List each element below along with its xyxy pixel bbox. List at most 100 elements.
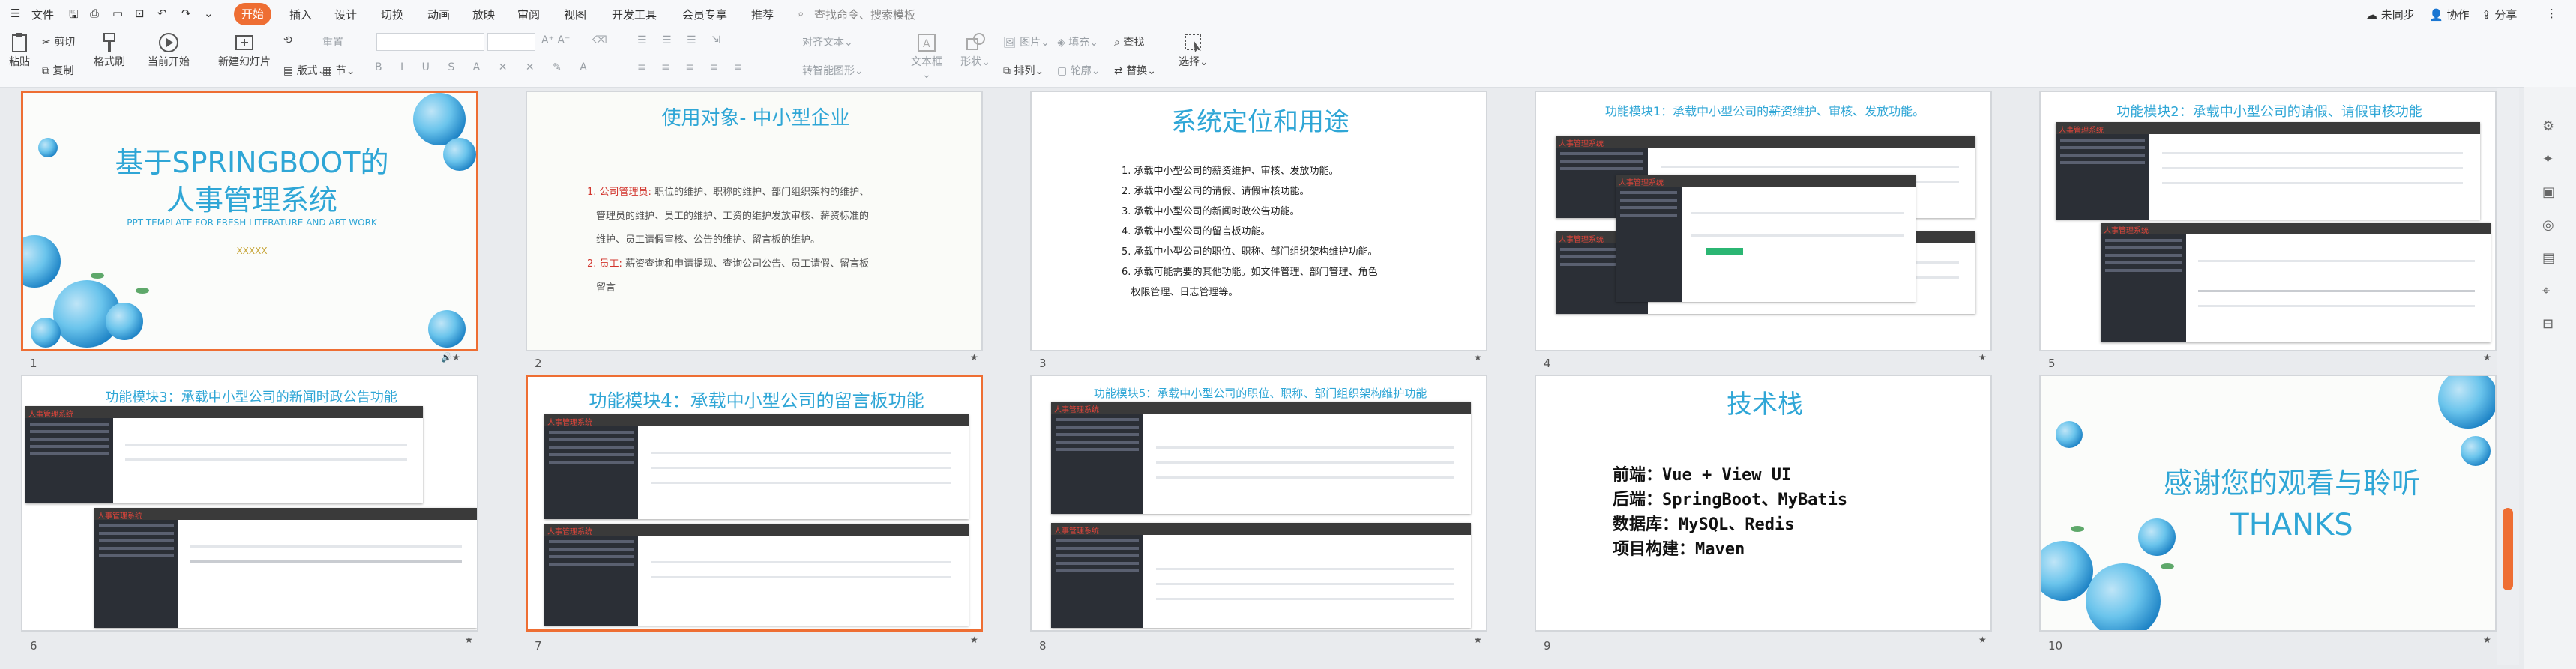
slide-thumbnail-8[interactable]: 功能模块5：承载中小型公司的职位、职称、部门组织架构维护功能 人事管理系统 人事…: [1030, 375, 1487, 632]
font-name-select[interactable]: [376, 33, 484, 51]
collaborate-button[interactable]: 👤 协作: [2429, 7, 2469, 22]
preview-icon[interactable]: ▭: [112, 7, 123, 20]
slide-title: 系统定位和用途: [1171, 107, 1349, 137]
more-icon[interactable]: ⋮: [2546, 7, 2557, 20]
font-size-select[interactable]: [487, 33, 535, 51]
share-button[interactable]: ⇪ 分享: [2482, 7, 2517, 22]
tab-view[interactable]: 视图: [564, 7, 586, 22]
slide-thumbnail-9[interactable]: 技术栈 前端：Vue + View UI 后端：SpringBoot、MyBat…: [1535, 375, 1992, 632]
play-from-current-button[interactable]: 当前开始: [142, 31, 195, 69]
convert-smartart-button[interactable]: 转智能图形⌄: [802, 63, 864, 78]
new-slide-icon: [235, 35, 253, 50]
slide-number: 7: [535, 639, 542, 653]
vertical-scrollbar[interactable]: [2497, 88, 2519, 665]
layout-button[interactable]: ▤ 版式⌄: [283, 63, 326, 78]
slide-thumbnail-5[interactable]: 功能模块2：承载中小型公司的请假、请假审核功能 人事管理系统 人事管理系统: [2039, 91, 2497, 351]
tab-animation[interactable]: 动画: [427, 7, 450, 22]
quick-access-dropdown-icon[interactable]: ⌄: [204, 7, 214, 20]
format-icon[interactable]: ▤: [2542, 250, 2555, 266]
slide-number: 4: [1544, 357, 1551, 370]
slide-thumbnail-10[interactable]: 感谢您的观看与聆听 THANKS: [2039, 375, 2497, 632]
reset-button[interactable]: ⟲: [283, 34, 292, 46]
tab-recommend[interactable]: 推荐: [751, 7, 774, 22]
slide-thumbnail-1[interactable]: 基于SPRINGBOOT的 人事管理系统 PPT TEMPLATE FOR FR…: [21, 91, 478, 351]
search-icon: ⌕: [798, 7, 804, 20]
scrollbar-thumb[interactable]: [2503, 508, 2513, 590]
list-item: 前端：Vue + View UI: [1613, 466, 1792, 485]
tab-insert[interactable]: 插入: [289, 7, 312, 22]
new-slide-button[interactable]: 新建幻灯片: [210, 31, 279, 69]
sync-status[interactable]: ☁ 未同步: [2366, 7, 2415, 22]
save-icon[interactable]: 🖫: [69, 7, 79, 25]
screenshot-image: 人事管理系统: [1051, 523, 1471, 628]
list-item-line: 留言: [596, 282, 616, 294]
list-item: 权限管理、日志管理等。: [1122, 287, 1239, 298]
hamburger-icon[interactable]: ☰: [10, 7, 20, 20]
redo-icon[interactable]: ↷: [181, 7, 191, 20]
location-icon[interactable]: ⌖: [2542, 283, 2550, 299]
outline-button[interactable]: ▢ 轮廓⌄: [1057, 63, 1100, 78]
fill-button[interactable]: ◈ 填充⌄: [1057, 34, 1098, 49]
print-icon[interactable]: ⎙: [90, 7, 99, 20]
template-icon[interactable]: ▣: [2542, 184, 2555, 200]
picture-button[interactable]: 🖼 图片⌄: [1003, 34, 1050, 49]
user-icon: 👤: [2429, 8, 2443, 22]
slide-number: 1: [30, 357, 37, 370]
textbox-button[interactable]: A 文本框⌄: [907, 31, 946, 81]
format-painter-button[interactable]: 格式刷: [88, 31, 130, 69]
align-text-button[interactable]: 对齐文本⌄: [802, 34, 853, 49]
arrange-button[interactable]: ⧉ 排列⌄: [1003, 63, 1044, 78]
menu-file[interactable]: 文件: [31, 7, 54, 22]
tab-member[interactable]: 会员专享: [682, 7, 727, 22]
reset-label-button[interactable]: 重置: [322, 34, 343, 49]
slide-thumbnail-2[interactable]: 使用对象- 中小型企业 1. 公司管理员: 职位的维护、职称的维护、部门组织架构…: [526, 91, 983, 351]
tab-start[interactable]: 开始: [234, 3, 271, 25]
list-buttons[interactable]: ☰ ☰ ☰ ⇲: [637, 34, 726, 46]
backup-icon[interactable]: ⊟: [2542, 316, 2554, 332]
undo-icon[interactable]: ↶: [157, 7, 167, 20]
replace-button[interactable]: ⇄ 替换⌄: [1114, 63, 1156, 78]
tab-transition[interactable]: 切换: [381, 7, 403, 22]
print-preview-icon[interactable]: ⊡: [135, 7, 145, 20]
star-icon: ★: [465, 635, 473, 645]
screenshot-image: 人事管理系统: [544, 414, 969, 519]
flower-decoration: [428, 310, 466, 348]
slide-thumbnail-6[interactable]: 功能模块3：承载中小型公司的新闻时政公告功能 人事管理系统 人事管理系统: [21, 375, 478, 632]
list-item: 2. 承载中小型公司的请假、请假审核功能。: [1122, 186, 1310, 197]
copy-button[interactable]: ⧉ 复制: [42, 63, 73, 78]
select-button[interactable]: 选择⌄: [1176, 31, 1212, 69]
paragraph-align-buttons[interactable]: ≡ ≡ ≡ ≡ ≡: [637, 61, 748, 73]
ribbon-toolbar: 粘贴 ✂ 剪切 ⧉ 复制 格式刷 当前开始 新建幻灯片 ⟲ ▤ 版式⌄ 重置 ▦…: [0, 28, 2576, 88]
slide-body: 1. 公司管理员: 职位的维护、职称的维护、部门组织架构的维护、 管理员的维护、…: [587, 181, 869, 300]
animation-icon[interactable]: ◎: [2542, 217, 2554, 233]
slide-body: 前端：Vue + View UI 后端：SpringBoot、MyBatis 数…: [1613, 463, 1847, 562]
slide-title: 基于SPRINGBOOT的: [115, 146, 389, 179]
reset-icon: ⟲: [283, 34, 292, 46]
grow-font-icon[interactable]: A⁺ A⁻: [541, 34, 570, 46]
tab-review[interactable]: 审阅: [517, 7, 540, 22]
tab-developer[interactable]: 开发工具: [612, 7, 657, 22]
cut-button[interactable]: ✂ 剪切: [42, 34, 75, 49]
paste-button[interactable]: 粘贴: [6, 31, 33, 69]
list-item-line: 维护、员工请假审核、公告的维护、留言板的维护。: [596, 234, 821, 246]
list-item: 4. 承载中小型公司的留言板功能。: [1122, 226, 1271, 237]
command-search-input[interactable]: 查找命令、搜索模板: [814, 7, 915, 22]
slide-thumbnail-7[interactable]: 功能模块4：承载中小型公司的留言板功能 人事管理系统 人事管理系统: [526, 375, 983, 632]
find-button[interactable]: ⌕ 查找: [1114, 34, 1144, 49]
scissors-icon: ✂: [42, 37, 51, 49]
screenshot-image: 人事管理系统: [1616, 175, 1916, 302]
clear-format-icon[interactable]: ⌫: [592, 34, 607, 46]
slide-thumbnail-4[interactable]: 功能模块1：承载中小型公司的薪资维护、审核、发放功能。 人事管理系统 人事管理系…: [1535, 91, 1992, 351]
list-item: 项目构建：Maven: [1613, 540, 1745, 559]
fill-icon: ◈: [1057, 37, 1065, 49]
slide-thumbnail-3[interactable]: 系统定位和用途 1. 承载中小型公司的薪资维护、审核、发放功能。 2. 承载中小…: [1030, 91, 1487, 351]
font-style-buttons[interactable]: B I U S A ✕ ✕ ✎ A: [375, 61, 595, 73]
leaf-decoration: [91, 273, 104, 279]
tab-slideshow[interactable]: 放映: [472, 7, 495, 22]
shape-button[interactable]: 形状⌄: [958, 31, 993, 69]
pin-icon[interactable]: ✦: [2542, 151, 2554, 167]
settings-icon[interactable]: ⚙: [2542, 118, 2554, 134]
section-button[interactable]: ▦ 节⌄: [322, 63, 355, 78]
tab-design[interactable]: 设计: [334, 7, 357, 22]
arrange-icon: ⧉: [1003, 65, 1011, 77]
